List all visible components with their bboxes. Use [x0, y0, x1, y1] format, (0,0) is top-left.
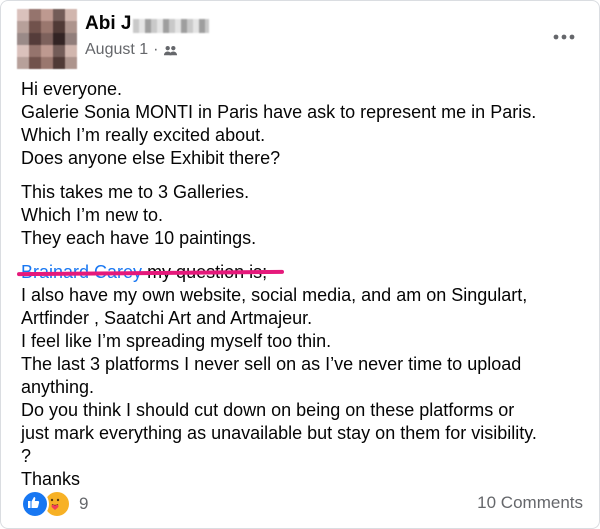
- reaction-count: 9: [79, 494, 89, 513]
- text-line: This takes me to 3 Galleries.: [21, 182, 250, 202]
- text-line: anything.: [21, 377, 95, 397]
- author-name[interactable]: Abi J: [85, 13, 131, 35]
- text-line: Thanks: [21, 469, 81, 489]
- author-row: Abi J: [85, 11, 210, 37]
- paragraph-intro: Hi everyone. Galerie Sonia MONTI in Pari…: [21, 78, 591, 170]
- text-line: Artfinder , Saatchi Art and Artmajeur.: [21, 308, 313, 328]
- text-line: Does anyone else Exhibit there?: [21, 148, 281, 168]
- text-line: The last 3 platforms I never sell on as …: [21, 354, 522, 374]
- friends-icon[interactable]: [163, 43, 178, 58]
- text-line: Galerie Sonia MONTI in Paris have ask to…: [21, 102, 537, 122]
- paragraph-galleries: This takes me to 3 Galleries. Which I’m …: [21, 181, 591, 250]
- reactions-summary[interactable]: 9: [21, 490, 88, 518]
- paragraph-question: Brainard Carey my question is; I also ha…: [21, 261, 591, 491]
- post-meta: August 1 ·: [85, 41, 178, 59]
- text-line: I also have my own website, social media…: [21, 285, 528, 305]
- text-line: They each have 10 paintings.: [21, 228, 257, 248]
- post-text: Hi everyone. Galerie Sonia MONTI in Pari…: [21, 78, 591, 491]
- author-avatar[interactable]: [17, 9, 77, 69]
- text-line: I feel like I’m spreading myself too thi…: [21, 331, 332, 351]
- text-line: Which I’m new to.: [21, 205, 164, 225]
- text-line: just mark everything as unavailable but …: [21, 423, 537, 443]
- more-horizontal-icon: [553, 34, 575, 40]
- post-card: Abi J August 1 · Hi everyone. Galerie So…: [0, 0, 600, 529]
- post-date[interactable]: August 1: [85, 41, 148, 59]
- redacted-name: [133, 19, 210, 33]
- like-reaction-icon: [21, 490, 49, 518]
- text-line: ?: [21, 446, 32, 466]
- more-options-button[interactable]: [547, 25, 581, 49]
- meta-separator: ·: [153, 41, 159, 58]
- comments-link[interactable]: 10 Comments: [477, 493, 583, 513]
- text-line: Which I’m really excited about.: [21, 125, 266, 145]
- text-line: Do you think I should cut down on being …: [21, 400, 515, 420]
- text-line: Hi everyone.: [21, 79, 123, 99]
